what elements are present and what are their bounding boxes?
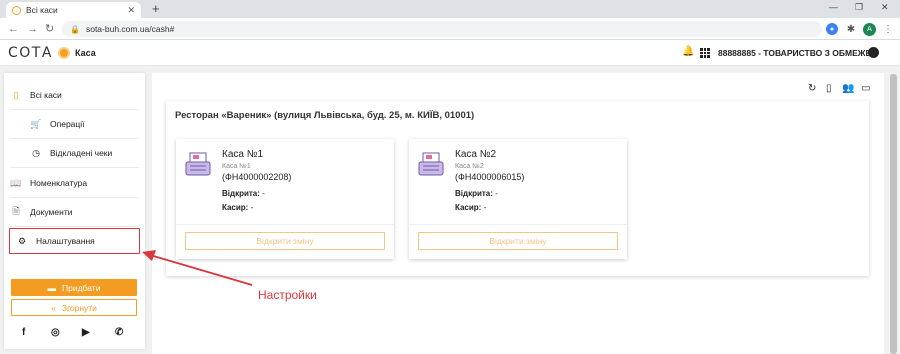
cashier-value: - [250,203,254,212]
puzzle-icon[interactable]: ✱ [845,23,857,35]
double-chevron-left-icon: « [51,302,56,313]
register-opened: Відкрита: - [222,189,265,198]
collapse-button[interactable]: « Згорнути [11,299,137,316]
back-icon[interactable]: ← [8,22,19,36]
cart-icon: 🛒 [30,118,42,129]
browser-tab[interactable]: Всі каси ✕ [6,2,141,18]
reload-icon[interactable]: ↻ [45,22,54,36]
opened-value: - [262,189,265,198]
new-tab-button[interactable]: + [152,2,160,16]
address-bar[interactable]: 🔒 sota-buh.com.ua/cash# [62,21,822,37]
user-icon[interactable] [868,47,879,58]
sidebar-item-label: Документи [30,207,73,217]
clock-icon: ◷ [32,147,40,158]
document-icon: 🗎 [12,206,20,216]
register-title: Каса №1 [222,149,264,160]
sidebar: ▯ Всі каси 🛒 Операції ◷ Відкладені чеки … [4,73,145,349]
register-card: Каса №2 Каса №2 (ФН4000006015) Відкрита:… [409,139,627,259]
minimize-icon[interactable]: — [829,2,838,12]
scrollbar[interactable] [887,66,900,354]
register-icon: ▯ [13,89,19,100]
sidebar-item-label: Налаштування [36,236,95,246]
phone-icon[interactable]: ✆ [115,327,123,338]
register-cashier: Касир: - [455,203,486,212]
restaurant-name: Ресторан «Вареник» (вулиця Львівська, бу… [175,110,475,121]
register-subtitle: Каса №1 [222,163,251,170]
restaurant-panel: Ресторан «Вареник» (вулиця Львівська, бу… [166,101,869,276]
id-card-icon[interactable]: ▭ [861,83,870,94]
extension-icon[interactable]: ● [826,23,838,35]
divider [409,224,627,225]
card-icon: ▬ [47,282,57,293]
open-shift-button[interactable]: Відкрити зміну [185,232,385,250]
facebook-icon[interactable]: f [22,327,25,338]
sidebar-item-all-registers[interactable]: ▯ Всі каси [10,81,139,110]
cash-register-icon [417,151,445,177]
youtube-icon[interactable]: ▶ [82,327,90,338]
sidebar-item-label: Всі каси [30,90,62,100]
mobile-icon[interactable]: ▯ [826,83,832,94]
cashier-value: - [483,203,487,212]
divider [176,224,394,225]
register-opened: Відкрита: - [455,189,498,198]
lock-icon: 🔒 [70,24,80,34]
gears-icon: ⚙ [17,235,27,246]
sidebar-item-nomenclature[interactable]: 📖 Номенклатура [10,169,139,198]
open-shift-button[interactable]: Відкрити зміну [418,232,618,250]
register-fiscal-number: (ФН4000006015) [455,172,525,182]
sidebar-item-operations[interactable]: 🛒 Операції [10,110,139,139]
book-icon: 📖 [10,177,22,188]
opened-label: Відкрита: [455,189,493,198]
restore-icon[interactable]: ❐ [855,2,863,13]
main-content: ↻ ▯ 👥 ▭ Ресторан «Вареник» (вулиця Львів… [152,73,884,354]
cash-register-icon [184,151,212,177]
sidebar-item-label: Номенклатура [30,178,88,188]
browser-tabstrip: Всі каси ✕ + — ❐ ✕ [0,0,900,18]
opened-label: Відкрита: [222,189,260,198]
cashier-label: Касир: [455,203,482,212]
cashier-label: Касир: [222,203,249,212]
register-fiscal-number: (ФН4000002208) [222,172,292,182]
register-cashier: Касир: - [222,203,253,212]
sidebar-item-label: Відкладені чеки [50,148,113,158]
users-icon[interactable]: 👥 [842,83,854,94]
bell-icon[interactable]: 🔔 [682,46,694,57]
more-icon[interactable]: ⋮ [882,23,894,35]
sidebar-item-documents[interactable]: 🗎 Документи [10,198,139,227]
close-window-icon[interactable]: ✕ [881,2,889,13]
collapse-label: Згорнути [61,302,97,313]
annotation-label: Настройки [258,288,317,302]
refresh-icon[interactable]: ↻ [808,83,816,94]
favicon-icon [12,5,21,15]
instagram-icon[interactable]: ◎ [51,327,60,338]
opened-value: - [495,189,498,198]
buy-label: Придбати [62,282,101,293]
app-title: Каса [75,48,96,58]
cash-app-icon [58,47,70,59]
close-icon[interactable]: ✕ [127,5,135,16]
sidebar-item-deferred-receipts[interactable]: ◷ Відкладені чеки [10,139,139,168]
register-card: Каса №1 Каса №1 (ФН4000002208) Відкрита:… [176,139,394,259]
tab-title: Всі каси [26,5,58,15]
register-subtitle: Каса №2 [455,163,484,170]
profile-avatar[interactable]: A [863,23,876,36]
buy-button[interactable]: ▬ Придбати [11,279,137,296]
url-text: sota-buh.com.ua/cash# [85,24,175,34]
sidebar-item-label: Операції [50,119,85,129]
register-title: Каса №2 [455,149,497,160]
apps-grid-icon[interactable] [700,48,710,58]
logo[interactable]: СОТА [8,45,53,61]
scroll-thumb[interactable] [890,74,897,354]
forward-icon[interactable]: → [27,22,38,36]
browser-toolbar: ← → ↻ 🔒 sota-buh.com.ua/cash# ● ✱ A ⋮ [0,18,900,40]
app-header: СОТА Каса 🔔 88888885 - ТОВАРИСТВО З ОБМЕ… [0,40,900,66]
organization-name[interactable]: 88888885 - ТОВАРИСТВО З ОБМЕЖЕ... [718,48,878,58]
sidebar-item-settings[interactable]: ⚙ Налаштування [9,228,140,254]
